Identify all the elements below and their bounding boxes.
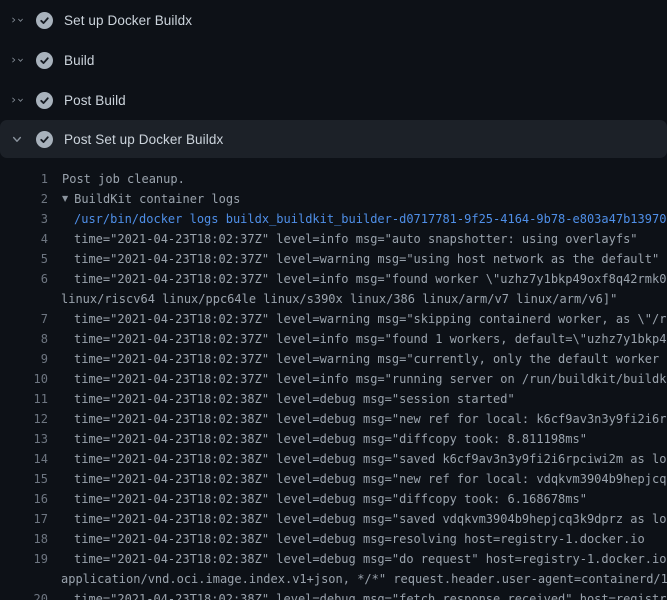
chevron-down-icon	[11, 133, 23, 145]
log-line-text: linux/riscv64 linux/ppc64le linux/s390x …	[61, 289, 617, 309]
log-line-text: application/vnd.oci.image.index.v1+json,…	[61, 569, 667, 589]
log-line: linux/riscv64 linux/ppc64le linux/s390x …	[0, 289, 667, 309]
log-line-number[interactable]: 7	[0, 309, 48, 329]
check-circle-icon	[36, 131, 53, 148]
log-line-text: time="2021-04-23T18:02:37Z" level=info m…	[74, 329, 667, 349]
steps-list: Set up Docker Buildx Build	[0, 0, 667, 158]
log-line-text: time="2021-04-23T18:02:38Z" level=debug …	[74, 429, 587, 449]
log-line: 2 ▼ BuildKit container logs	[0, 189, 667, 209]
log-line-number[interactable]: 15	[0, 469, 48, 489]
log-line-text: Post job cleanup.	[62, 169, 185, 189]
log-line: 11 time="2021-04-23T18:02:38Z" level=deb…	[0, 389, 667, 409]
log-line-number[interactable]: 1	[0, 169, 48, 189]
log-line-number[interactable]	[0, 289, 48, 309]
log-line-number[interactable]: 17	[0, 509, 48, 529]
chevron-icon[interactable]	[10, 53, 24, 67]
log-line-number[interactable]: 13	[0, 429, 48, 449]
log-line-number[interactable]: 2	[0, 189, 48, 209]
log-line: 15 time="2021-04-23T18:02:38Z" level=deb…	[0, 469, 667, 489]
log-line: 6 time="2021-04-23T18:02:37Z" level=info…	[0, 269, 667, 289]
log-line: 13 time="2021-04-23T18:02:38Z" level=deb…	[0, 429, 667, 449]
log-line-text: time="2021-04-23T18:02:38Z" level=debug …	[74, 389, 515, 409]
workflow-log-viewer: Set up Docker Buildx Build	[0, 0, 667, 600]
check-circle-icon	[36, 52, 53, 69]
log-output: 1 Post job cleanup. 2 ▼ BuildKit containe…	[0, 158, 667, 600]
log-line-text: time="2021-04-23T18:02:37Z" level=warnin…	[74, 309, 667, 329]
chevron-right-icon	[10, 54, 17, 66]
group-toggle-icon[interactable]: ▼	[62, 189, 68, 209]
log-line-number[interactable]: 12	[0, 409, 48, 429]
chevron-icon[interactable]	[10, 93, 24, 107]
log-line-number[interactable]: 8	[0, 329, 48, 349]
log-line-text: time="2021-04-23T18:02:38Z" level=debug …	[74, 409, 667, 429]
chevron-down-icon	[17, 94, 24, 106]
check-circle-icon	[36, 12, 53, 29]
log-line: 19 time="2021-04-23T18:02:38Z" level=deb…	[0, 549, 667, 569]
log-line: 7 time="2021-04-23T18:02:37Z" level=warn…	[0, 309, 667, 329]
step-label: Post Set up Docker Buildx	[64, 132, 223, 147]
log-line-number[interactable]: 6	[0, 269, 48, 289]
log-line: 5 time="2021-04-23T18:02:37Z" level=warn…	[0, 249, 667, 269]
log-line-number[interactable]: 9	[0, 349, 48, 369]
log-line-number[interactable]: 18	[0, 529, 48, 549]
log-line: 14 time="2021-04-23T18:02:38Z" level=deb…	[0, 449, 667, 469]
chevron-right-icon	[10, 94, 17, 106]
log-line: 10 time="2021-04-23T18:02:37Z" level=inf…	[0, 369, 667, 389]
chevron-down-icon	[17, 14, 24, 26]
log-line-text: time="2021-04-23T18:02:38Z" level=debug …	[74, 469, 667, 489]
log-line-number[interactable]: 3	[0, 209, 48, 229]
check-circle-icon	[36, 92, 53, 109]
log-line-number[interactable]: 10	[0, 369, 48, 389]
log-line-text: time="2021-04-23T18:02:38Z" level=debug …	[74, 549, 667, 569]
log-line: application/vnd.oci.image.index.v1+json,…	[0, 569, 667, 589]
step-label: Post Build	[64, 93, 126, 108]
log-line-text: time="2021-04-23T18:02:38Z" level=debug …	[74, 489, 587, 509]
log-line-text: BuildKit container logs	[74, 189, 240, 209]
log-line: 17 time="2021-04-23T18:02:38Z" level=deb…	[0, 509, 667, 529]
log-line: 12 time="2021-04-23T18:02:38Z" level=deb…	[0, 409, 667, 429]
log-line-text: time="2021-04-23T18:02:37Z" level=warnin…	[74, 249, 659, 269]
log-line-number[interactable]: 16	[0, 489, 48, 509]
log-line: 4 time="2021-04-23T18:02:37Z" level=info…	[0, 229, 667, 249]
step-label: Set up Docker Buildx	[64, 13, 192, 28]
log-line-text: time="2021-04-23T18:02:37Z" level=info m…	[74, 229, 638, 249]
log-line-text: time="2021-04-23T18:02:38Z" level=debug …	[74, 529, 645, 549]
step-header-0[interactable]: Set up Docker Buildx	[0, 0, 667, 40]
log-line-text: time="2021-04-23T18:02:38Z" level=debug …	[74, 449, 667, 469]
log-line: 8 time="2021-04-23T18:02:37Z" level=info…	[0, 329, 667, 349]
step-header-3[interactable]: Post Set up Docker Buildx	[0, 120, 667, 158]
log-line: 3 /usr/bin/docker logs buildx_buildkit_b…	[0, 209, 667, 229]
step-header-1[interactable]: Build	[0, 40, 667, 80]
log-line: 1 Post job cleanup.	[0, 169, 667, 189]
chevron-icon[interactable]	[10, 132, 24, 146]
step-label: Build	[64, 53, 95, 68]
log-line: 16 time="2021-04-23T18:02:38Z" level=deb…	[0, 489, 667, 509]
chevron-down-icon	[17, 54, 24, 66]
log-line-number[interactable]: 5	[0, 249, 48, 269]
log-line: 20 time="2021-04-23T18:02:38Z" level=deb…	[0, 589, 667, 600]
log-line-text: time="2021-04-23T18:02:38Z" level=debug …	[74, 509, 667, 529]
log-line-number[interactable]	[0, 569, 48, 589]
log-line-text: time="2021-04-23T18:02:37Z" level=info m…	[74, 269, 667, 289]
log-line-text: time="2021-04-23T18:02:37Z" level=info m…	[74, 369, 667, 389]
step-header-2[interactable]: Post Build	[0, 80, 667, 120]
log-line: 18 time="2021-04-23T18:02:38Z" level=deb…	[0, 529, 667, 549]
log-line-number[interactable]: 4	[0, 229, 48, 249]
log-line-number[interactable]: 14	[0, 449, 48, 469]
chevron-icon[interactable]	[10, 13, 24, 27]
log-line-number[interactable]: 20	[0, 589, 48, 600]
log-line: 9 time="2021-04-23T18:02:37Z" level=warn…	[0, 349, 667, 369]
chevron-right-icon	[10, 14, 17, 26]
log-line-text: time="2021-04-23T18:02:37Z" level=warnin…	[74, 349, 667, 369]
log-line-text: time="2021-04-23T18:02:38Z" level=debug …	[74, 589, 667, 600]
log-line-number[interactable]: 19	[0, 549, 48, 569]
log-line-text: /usr/bin/docker logs buildx_buildkit_bui…	[74, 209, 666, 229]
log-line-number[interactable]: 11	[0, 389, 48, 409]
